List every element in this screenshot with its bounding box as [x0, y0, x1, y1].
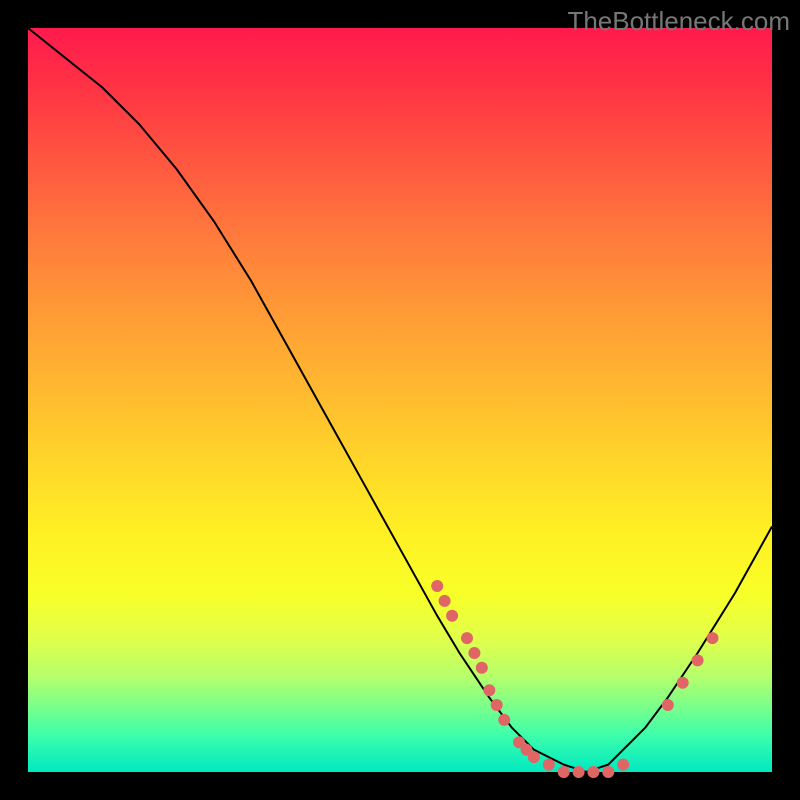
- data-point: [573, 766, 585, 778]
- data-point: [439, 595, 451, 607]
- data-point: [483, 684, 495, 696]
- data-point: [662, 699, 674, 711]
- data-point: [677, 677, 689, 689]
- scatter-points: [431, 580, 718, 778]
- data-point: [543, 759, 555, 771]
- data-point: [498, 714, 510, 726]
- data-point: [446, 610, 458, 622]
- data-point: [602, 766, 614, 778]
- data-point: [491, 699, 503, 711]
- bottleneck-curve: [28, 28, 772, 772]
- data-point: [692, 654, 704, 666]
- data-point: [558, 766, 570, 778]
- chart-overlay: [28, 28, 772, 772]
- data-point: [431, 580, 443, 592]
- data-point: [617, 759, 629, 771]
- data-point: [707, 632, 719, 644]
- data-point: [461, 632, 473, 644]
- data-point: [587, 766, 599, 778]
- data-point: [528, 751, 540, 763]
- data-point: [476, 662, 488, 674]
- data-point: [468, 647, 480, 659]
